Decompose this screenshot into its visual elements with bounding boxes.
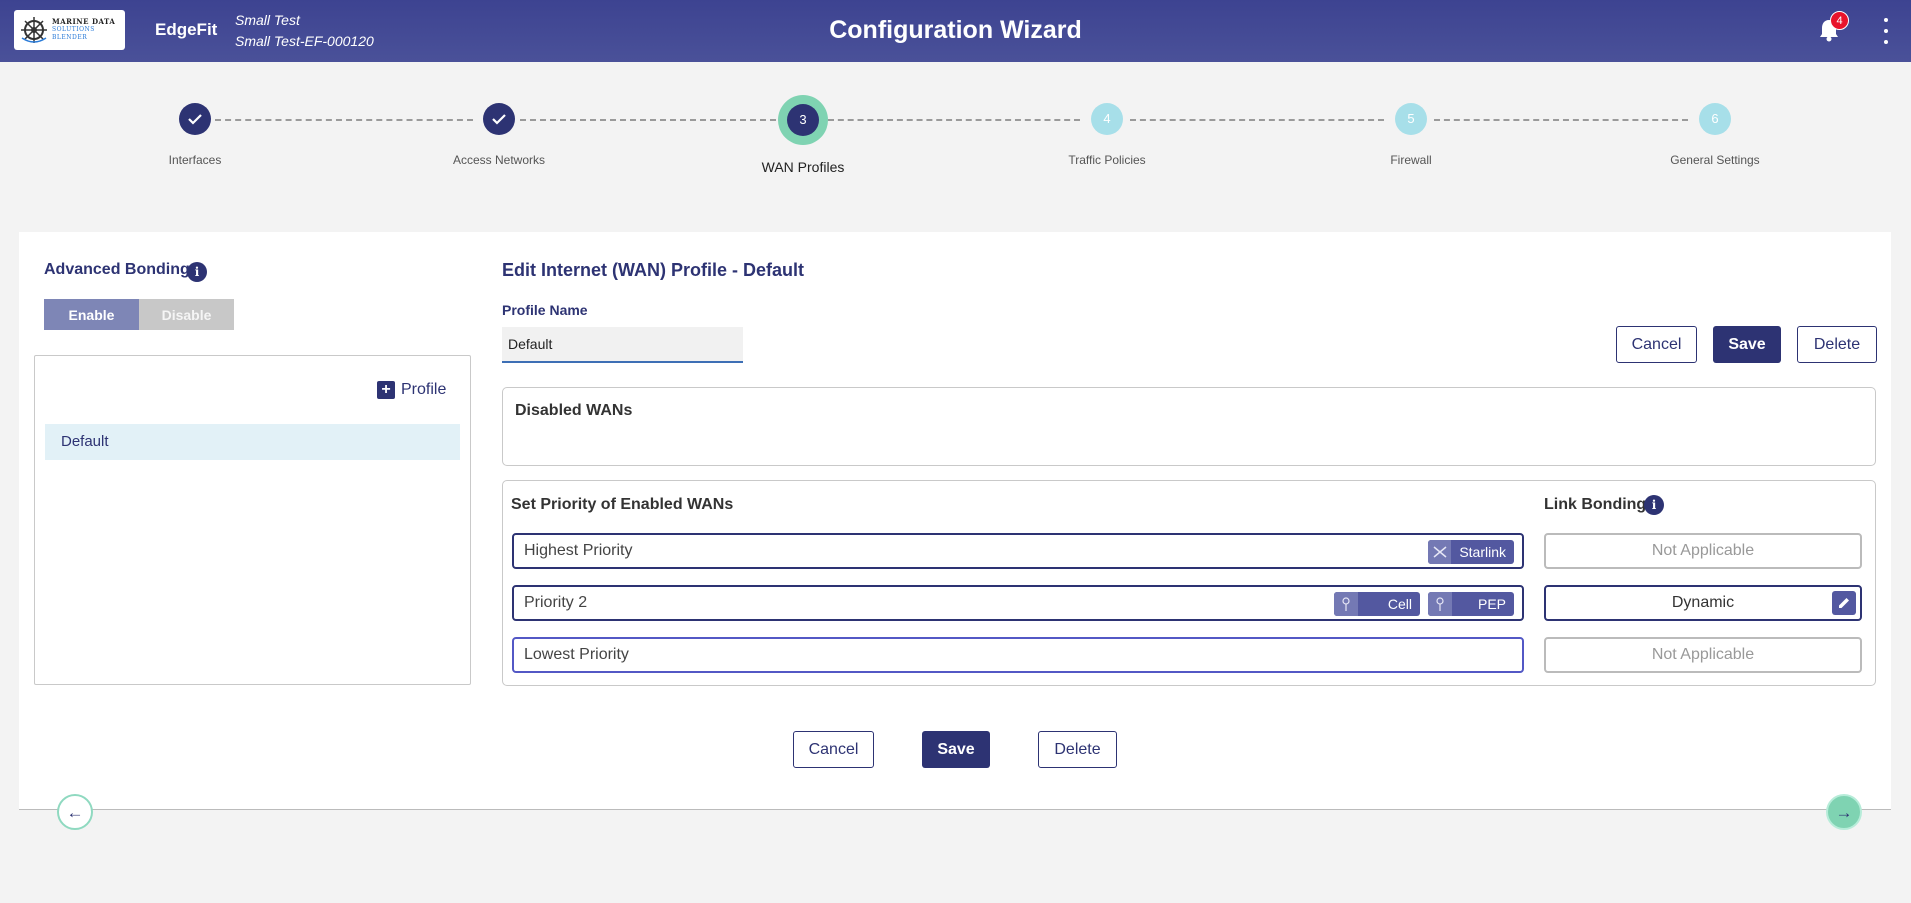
bonding-field-lowest: Not Applicable [1544, 637, 1862, 673]
checkmark-icon [188, 114, 202, 125]
step-2-complete[interactable] [483, 103, 515, 135]
step-1-label: Interfaces [168, 153, 222, 167]
next-step-arrow-icon[interactable]: → [1826, 794, 1862, 830]
previous-step-arrow-icon[interactable]: ← [57, 794, 93, 830]
wan-chip-label: PEP [1477, 596, 1506, 612]
wan-chip-pep[interactable]: PEP [1428, 592, 1514, 616]
step-connector [1130, 119, 1384, 121]
step-connector [828, 119, 1080, 121]
brand-name: EdgeFit [155, 20, 218, 39]
add-profile-label: Profile [401, 381, 447, 398]
bonding-field-priority-2[interactable]: Dynamic [1544, 585, 1862, 621]
profile-name-label: Profile Name [502, 302, 588, 318]
priority-row-2[interactable]: Priority 2 Cell PEP [512, 585, 1524, 621]
link-bonding-info-icon[interactable]: i [1644, 495, 1664, 515]
info-icon[interactable]: i [187, 262, 207, 282]
wan-chip-label: Starlink [1459, 544, 1506, 560]
priority-label: Highest Priority [524, 542, 633, 559]
step-4[interactable]: 4 [1091, 103, 1123, 135]
ship-wheel-icon [21, 17, 47, 43]
cell-tower-icon [1428, 592, 1452, 616]
step-4-label: Traffic Policies [1068, 153, 1146, 167]
priority-row-highest[interactable]: Highest Priority Starlink [512, 533, 1524, 569]
editor-title: Edit Internet (WAN) Profile - Default [502, 260, 805, 280]
link-bonding-title: Link Bonding [1544, 496, 1647, 513]
delete-button-bottom[interactable]: Delete [1038, 731, 1117, 768]
logo-line-3: BLENDER [52, 34, 88, 41]
step-6-label: General Settings [1670, 153, 1760, 167]
cancel-button-top[interactable]: Cancel [1616, 326, 1697, 363]
site-id: Small Test-EF-000120 [235, 33, 374, 49]
wan-chip-starlink[interactable]: Starlink [1428, 540, 1514, 564]
step-5-label: Firewall [1390, 153, 1432, 167]
disabled-wans-title: Disabled WANs [515, 402, 633, 419]
add-profile-button[interactable]: + Profile [377, 379, 446, 401]
save-button-bottom[interactable]: Save [922, 731, 990, 768]
priority-label: Lowest Priority [524, 646, 629, 663]
step-5[interactable]: 5 [1395, 103, 1427, 135]
enable-bonding-button[interactable]: Enable [44, 299, 139, 330]
step-1-complete[interactable] [179, 103, 211, 135]
enabled-wans-title: Set Priority of Enabled WANs [511, 496, 734, 513]
profile-name-input[interactable] [502, 327, 743, 363]
profile-list-panel [34, 355, 471, 685]
app-header: MARINE DATA SOLUTIONS BLENDER EdgeFit Sm… [0, 0, 1911, 62]
step-connector [1434, 119, 1688, 121]
logo-text: MARINE DATA SOLUTIONS BLENDER [52, 18, 115, 42]
profile-list-item[interactable]: Default [45, 424, 460, 460]
delete-button-top[interactable]: Delete [1797, 326, 1877, 363]
disabled-wans-dropzone[interactable] [502, 387, 1876, 466]
more-options-icon[interactable] [1882, 18, 1890, 44]
disable-bonding-button[interactable]: Disable [139, 299, 234, 330]
advanced-bonding-title: Advanced Bonding [44, 261, 190, 278]
step-3-label: WAN Profiles [761, 159, 845, 175]
priority-row-lowest[interactable]: Lowest Priority [512, 637, 1524, 673]
site-name: Small Test [235, 12, 300, 28]
logo-line-1: MARINE DATA [52, 17, 116, 26]
notification-badge: 4 [1830, 11, 1849, 30]
bonding-field-highest: Not Applicable [1544, 533, 1862, 569]
save-button-top[interactable]: Save [1713, 326, 1781, 363]
bonding-value: Dynamic [1671, 594, 1735, 611]
step-connector [520, 119, 776, 121]
cell-tower-icon [1334, 592, 1358, 616]
step-connector [215, 119, 473, 121]
site-info[interactable]: Small Test Small Test-EF-000120 [235, 10, 374, 52]
logo-line-2: SOLUTIONS [52, 26, 95, 33]
cancel-button-bottom[interactable]: Cancel [793, 731, 874, 768]
checkmark-icon [492, 114, 506, 125]
step-3-active[interactable]: 3 [787, 104, 819, 136]
wan-chip-label: Cell [1387, 596, 1412, 612]
step-2-label: Access Networks [452, 153, 546, 167]
step-6[interactable]: 6 [1699, 103, 1731, 135]
plus-icon: + [377, 381, 395, 399]
edit-pencil-icon[interactable] [1832, 591, 1856, 615]
wan-chip-cell[interactable]: Cell [1334, 592, 1420, 616]
satellite-icon [1428, 540, 1452, 564]
priority-label: Priority 2 [524, 594, 588, 611]
company-logo[interactable]: MARINE DATA SOLUTIONS BLENDER [14, 10, 125, 50]
